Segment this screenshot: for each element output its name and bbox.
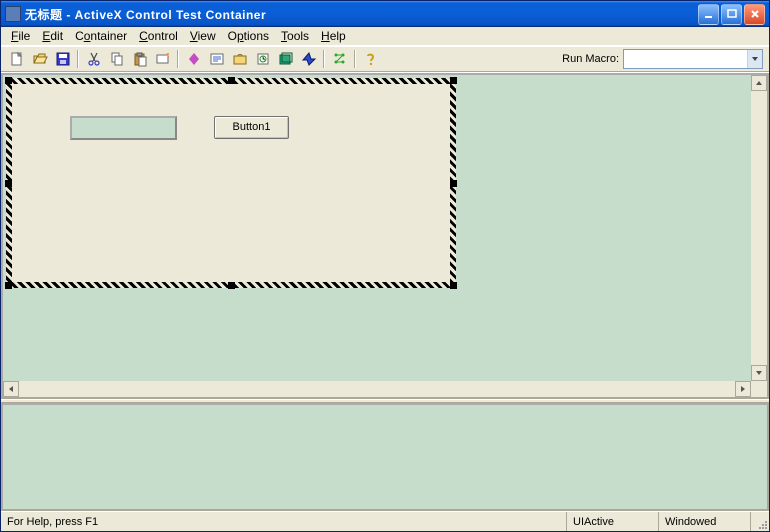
resize-handle-e[interactable] (450, 180, 457, 187)
horizontal-scrollbar[interactable] (3, 381, 751, 397)
resize-grip[interactable] (751, 512, 769, 531)
property-bag-icon[interactable] (228, 48, 251, 70)
invoke-methods-icon[interactable] (182, 48, 205, 70)
resize-handle-n[interactable] (228, 77, 235, 84)
window-title: 无标题 - ActiveX Control Test Container (25, 6, 698, 23)
save-icon[interactable] (51, 48, 74, 70)
open-icon[interactable] (28, 48, 51, 70)
new-control-icon[interactable] (151, 48, 174, 70)
cut-icon[interactable] (82, 48, 105, 70)
status-bar: For Help, press F1 UIActive Windowed (1, 511, 769, 531)
menu-bar: File Edit Container Control View Options… (1, 27, 769, 46)
paste-icon[interactable] (128, 48, 151, 70)
toolbar: Run Macro: (1, 46, 769, 72)
resize-handle-s[interactable] (228, 282, 235, 289)
status-uiactive: UIActive (567, 512, 659, 531)
log-pane[interactable] (1, 403, 769, 511)
button1[interactable]: Button1 (214, 116, 289, 139)
resize-handle-se[interactable] (450, 282, 457, 289)
scroll-left-icon[interactable] (3, 381, 19, 397)
vertical-scrollbar[interactable] (751, 75, 767, 381)
design-pane[interactable]: Button1 (1, 73, 769, 399)
title-bar[interactable]: 无标题 - ActiveX Control Test Container (1, 1, 769, 27)
run-macro-combobox[interactable] (623, 49, 763, 69)
scroll-right-icon[interactable] (735, 381, 751, 397)
toolbar-separator (323, 50, 325, 68)
toolbar-separator (77, 50, 79, 68)
menu-help[interactable]: Help (315, 28, 352, 44)
deactivate-icon[interactable] (297, 48, 320, 70)
menu-control[interactable]: Control (133, 28, 184, 44)
log-event-icon[interactable] (205, 48, 228, 70)
menu-edit[interactable]: Edit (36, 28, 69, 44)
new-icon[interactable] (5, 48, 28, 70)
menu-container[interactable]: Container (69, 28, 133, 44)
text-input[interactable] (70, 116, 177, 140)
toolbar-separator (177, 50, 179, 68)
activex-control-container[interactable]: Button1 (6, 78, 456, 288)
help-icon[interactable] (359, 48, 382, 70)
status-help: For Help, press F1 (1, 512, 567, 531)
menu-tools[interactable]: Tools (275, 28, 315, 44)
activate-icon[interactable] (274, 48, 297, 70)
menu-file[interactable]: File (5, 28, 36, 44)
minimize-button[interactable] (698, 4, 719, 25)
status-windowed: Windowed (659, 512, 751, 531)
copy-icon[interactable] (105, 48, 128, 70)
menu-view[interactable]: View (184, 28, 222, 44)
resize-handle-sw[interactable] (5, 282, 12, 289)
maximize-button[interactable] (721, 4, 742, 25)
tab-order-icon[interactable] (328, 48, 351, 70)
close-button[interactable] (744, 4, 765, 25)
resize-handle-w[interactable] (5, 180, 12, 187)
embedded-form: Button1 (12, 84, 450, 282)
resize-handle-nw[interactable] (5, 77, 12, 84)
menu-options[interactable]: Options (222, 28, 275, 44)
chevron-down-icon[interactable] (747, 50, 762, 68)
run-macro-label: Run Macro: (560, 53, 621, 65)
scroll-up-icon[interactable] (751, 75, 767, 91)
resize-handle-ne[interactable] (450, 77, 457, 84)
app-icon (5, 6, 21, 22)
toolbar-separator (354, 50, 356, 68)
scroll-corner (751, 381, 767, 397)
app-window: 无标题 - ActiveX Control Test Container Fil… (0, 0, 770, 532)
client-area: Button1 (1, 72, 769, 511)
scroll-down-icon[interactable] (751, 365, 767, 381)
property-stream-icon[interactable] (251, 48, 274, 70)
